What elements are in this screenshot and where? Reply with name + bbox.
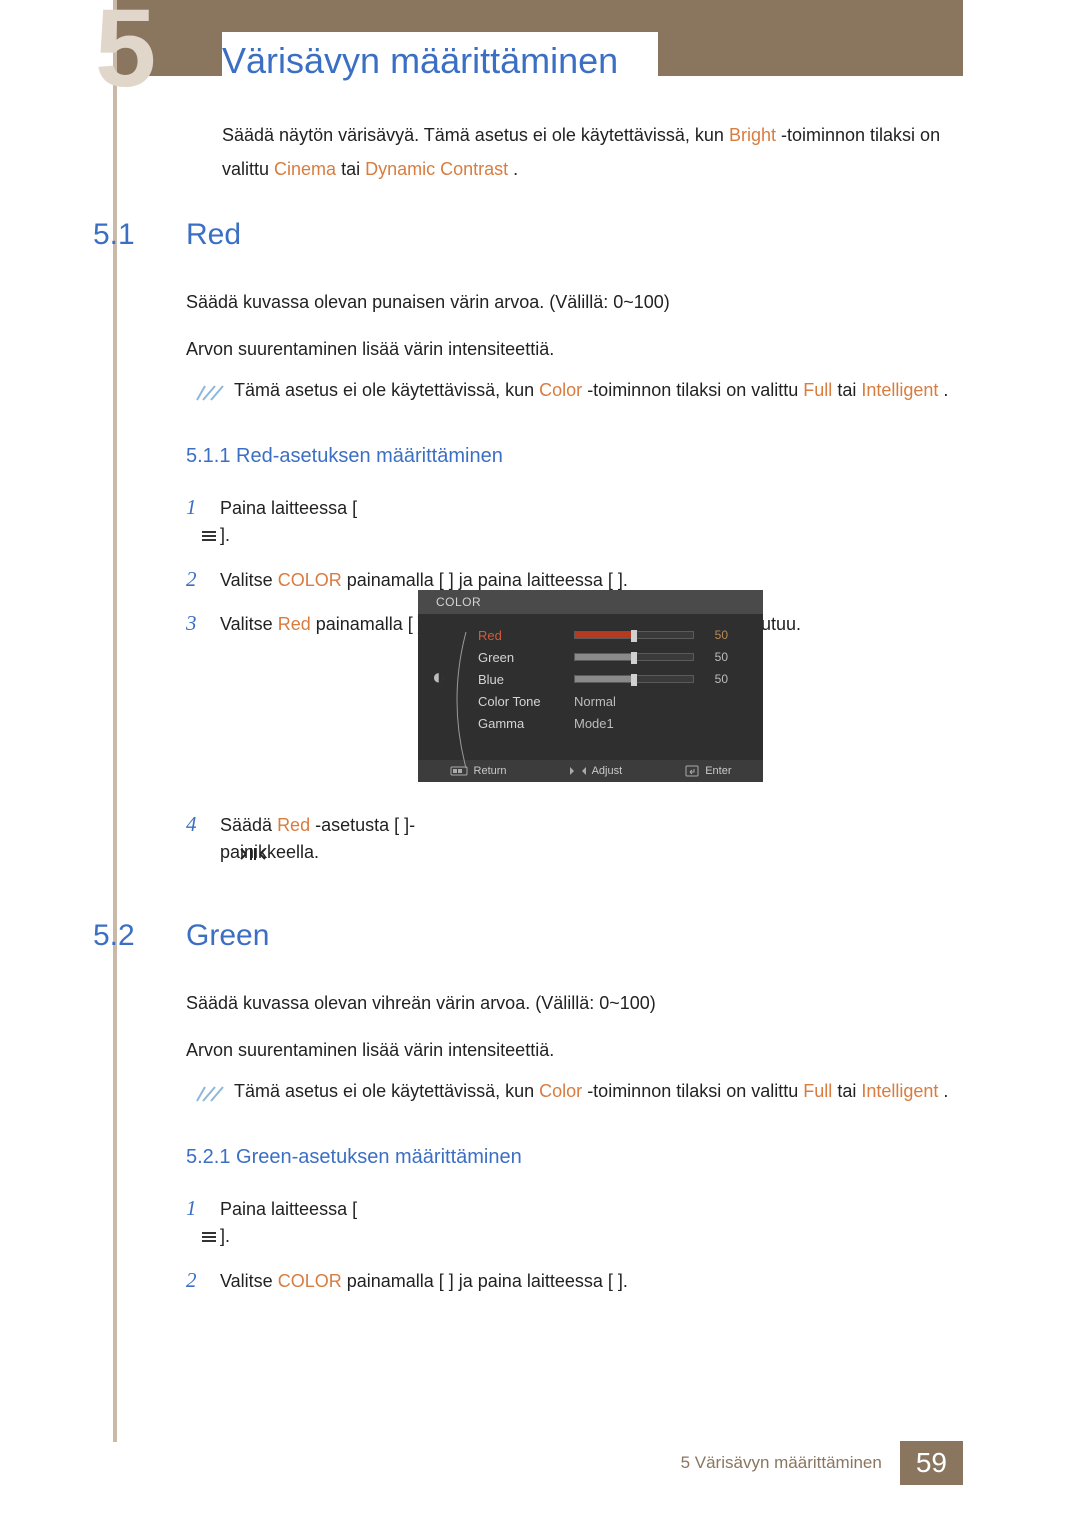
step-number: 3	[186, 608, 220, 640]
intro-text: .	[513, 159, 518, 179]
keyword-full: Full	[803, 380, 832, 400]
note-text: tai	[837, 380, 861, 400]
keyword-color-menu: COLOR	[278, 1271, 342, 1291]
osd-row: Green 50	[478, 646, 745, 668]
keyword-dynamic-contrast: Dynamic Contrast	[365, 159, 508, 179]
keyword-full: Full	[803, 1081, 832, 1101]
note-text: -toiminnon tilaksi on valittu	[587, 1081, 803, 1101]
step-text: painamalla [ ] ja paina laitteessa [ ].	[342, 1271, 628, 1291]
enter-icon	[685, 765, 699, 777]
osd-footer-label: Adjust	[592, 765, 623, 777]
osd-row-value: Mode1	[574, 716, 614, 731]
osd-row: GammaMode1	[478, 712, 745, 734]
osd-curve-icon	[446, 630, 470, 770]
paragraph: Arvon suurentaminen lisää värin intensit…	[186, 335, 963, 364]
step-text: Säädä	[220, 815, 277, 835]
keyword-intelligent: Intelligent	[861, 380, 938, 400]
intro-text: Säädä näytön värisävyä. Tämä asetus ei o…	[222, 125, 729, 145]
osd-row: Color ToneNormal	[478, 690, 745, 712]
osd-row-value: 50	[702, 672, 728, 686]
note-text: .	[943, 1081, 948, 1101]
keyword-red: Red	[278, 614, 311, 634]
step-number: 4	[186, 809, 220, 841]
paragraph: Arvon suurentaminen lisää värin intensit…	[186, 1036, 963, 1065]
ordered-steps-green: 1 Paina laitteessa [ ]. 2 Valitse COLOR …	[186, 1193, 963, 1309]
section-title-red: Red	[186, 218, 241, 252]
keyword-red: Red	[277, 815, 310, 835]
osd-row: Blue 50	[478, 668, 745, 690]
subsection-title: 5.1.1 Red-asetuksen määrittäminen	[186, 445, 503, 468]
note-text: tai	[837, 1081, 861, 1101]
step-text: Valitse	[220, 570, 278, 590]
osd-row-label: Gamma	[478, 716, 574, 731]
chapter-intro: Säädä näytön värisävyä. Tämä asetus ei o…	[222, 118, 963, 186]
osd-footer-label: Return	[474, 765, 507, 777]
osd-row-value: 50	[702, 650, 728, 664]
step-text: Paina laitteessa [ ].	[220, 498, 357, 545]
menu-icon	[201, 525, 217, 552]
adjust-icon	[570, 766, 586, 776]
step-text: Valitse	[220, 1271, 278, 1291]
osd-slider	[574, 675, 694, 683]
step-number: 2	[186, 564, 220, 596]
note-text: Tämä asetus ei ole käytettävissä, kun	[234, 1081, 539, 1101]
step-text: Valitse	[220, 614, 278, 634]
osd-footer-label: Enter	[705, 765, 731, 777]
color-palette-icon: ◐	[432, 664, 445, 690]
note-text: Tämä asetus ei ole käytettävissä, kun	[234, 380, 539, 400]
footer-chapter-label: 5 Värisävyn määrittäminen	[681, 1453, 882, 1473]
osd-footer-enter: Enter	[685, 765, 731, 777]
osd-row-label: Blue	[478, 672, 574, 687]
list-item: 1 Paina laitteessa [ ].	[186, 492, 963, 552]
chapter-title: Värisävyn määrittäminen	[222, 32, 658, 82]
intro-text: tai	[341, 159, 365, 179]
osd-menu-title: COLOR	[418, 590, 763, 614]
step-number: 1	[186, 492, 220, 524]
list-item: 1 Paina laitteessa [ ].	[186, 1193, 963, 1253]
keyword-cinema: Cinema	[274, 159, 336, 179]
osd-menu-screenshot: COLOR ◐ Red 50 Green 50 Blue 50 Color ToneNorm…	[418, 590, 763, 782]
osd-row-label: Green	[478, 650, 574, 665]
osd-footer-adjust: Adjust	[570, 765, 623, 777]
page-footer: 5 Värisävyn määrittäminen 59	[681, 1441, 963, 1485]
step-text: Paina laitteessa [ ].	[220, 1199, 357, 1246]
osd-row-label: Color Tone	[478, 694, 574, 709]
osd-row-value: Normal	[574, 694, 616, 709]
note-text: .	[943, 380, 948, 400]
keyword-color: Color	[539, 1081, 582, 1101]
note-icon	[186, 1081, 234, 1105]
osd-row: Red 50	[478, 624, 745, 646]
list-item: 2 Valitse COLOR painamalla [ ] ja paina …	[186, 1265, 963, 1297]
chapter-number: 5	[95, 0, 156, 104]
step-text: painamalla [ ] ja paina laitteessa [ ].	[342, 570, 628, 590]
section-number: 5.1	[93, 218, 135, 252]
osd-slider	[574, 653, 694, 661]
paragraph: Säädä kuvassa olevan punaisen värin arvo…	[186, 288, 963, 317]
page-number: 59	[900, 1441, 963, 1485]
step-number: 1	[186, 1193, 220, 1225]
keyword-color-menu: COLOR	[278, 570, 342, 590]
paragraph: Säädä kuvassa olevan vihreän värin arvoa…	[186, 989, 963, 1018]
step-4-row: 4 Säädä Red -asetusta [ ]-painikkeella.	[186, 809, 963, 881]
left-rail	[113, 0, 117, 1442]
osd-slider	[574, 631, 694, 639]
note-text: -toiminnon tilaksi on valittu	[587, 380, 803, 400]
keyword-intelligent: Intelligent	[861, 1081, 938, 1101]
note-icon	[186, 380, 234, 404]
section-title-green: Green	[186, 919, 269, 953]
section-number: 5.2	[93, 919, 135, 953]
step-number: 2	[186, 1265, 220, 1297]
subsection-title: 5.2.1 Green-asetuksen määrittäminen	[186, 1146, 522, 1169]
left-right-icon	[240, 842, 266, 869]
note-row: Tämä asetus ei ole käytettävissä, kun Co…	[186, 1081, 963, 1105]
keyword-bright: Bright	[729, 125, 776, 145]
menu-icon	[201, 1226, 217, 1253]
keyword-color: Color	[539, 380, 582, 400]
osd-row-value: 50	[702, 628, 728, 642]
note-row: Tämä asetus ei ole käytettävissä, kun Co…	[186, 380, 963, 404]
osd-row-label: Red	[478, 628, 574, 643]
list-item: 4 Säädä Red -asetusta [ ]-painikkeella.	[186, 809, 963, 869]
